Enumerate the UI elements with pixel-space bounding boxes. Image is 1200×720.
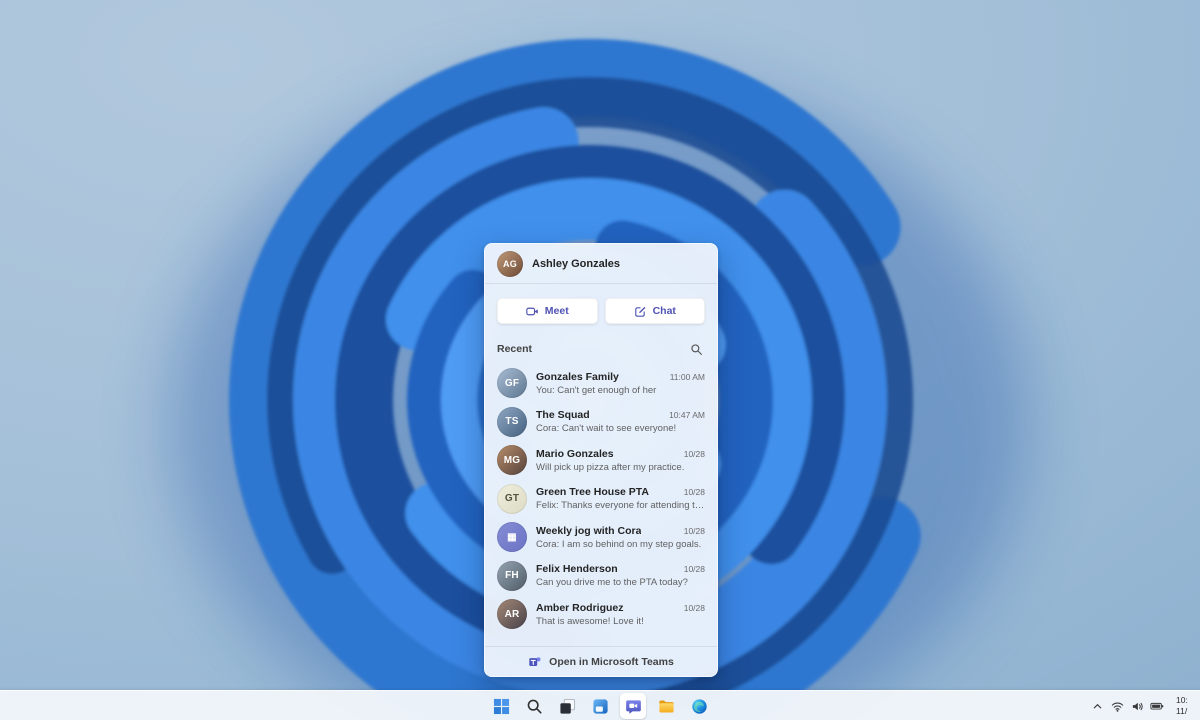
chat-button[interactable]: Chat	[604, 298, 705, 324]
chat-preview: Can you drive me to the PTA today?	[536, 577, 688, 589]
chat-timestamp: 10/28	[683, 602, 705, 613]
clock-time: 10:	[1176, 695, 1188, 705]
chat-avatar: ▦	[497, 522, 527, 553]
user-name: Ashley Gonzales	[532, 257, 621, 270]
user-avatar[interactable]: AG	[497, 250, 523, 277]
edge-icon	[691, 698, 707, 714]
chat-avatar: TS	[497, 406, 527, 437]
teams-chat-icon	[625, 699, 641, 714]
chat-taskbar-button[interactable]	[620, 693, 646, 719]
task-view-icon	[559, 698, 575, 714]
chat-name: Felix Henderson	[536, 563, 618, 576]
open-in-teams-label: Open in Microsoft Teams	[549, 655, 674, 668]
task-view-button[interactable]	[554, 693, 580, 719]
chat-preview: Felix: Thanks everyone for attending tod…	[536, 500, 705, 512]
meet-button[interactable]: Meet	[497, 298, 598, 324]
chat-avatar: MG	[497, 445, 527, 476]
chat-avatar: GT	[497, 483, 527, 514]
chat-list-item[interactable]: GT Green Tree House PTA 10/28 Felix: Tha…	[485, 480, 717, 519]
chat-name: Amber Rodriguez	[536, 601, 624, 614]
chat-list-item[interactable]: AR Amber Rodriguez 10/28 That is awesome…	[485, 595, 717, 634]
clock-date: 11/	[1176, 706, 1188, 716]
chat-list-item[interactable]: MG Mario Gonzales 10/28 Will pick up piz…	[485, 441, 717, 480]
chat-preview: You: Can't get enough of her	[536, 384, 657, 396]
meet-button-label: Meet	[544, 305, 569, 317]
teams-logo-icon	[529, 656, 541, 666]
chat-avatar: GF	[497, 368, 527, 399]
teams-chat-flyout: AG Ashley Gonzales Meet Chat Recent GF G…	[484, 243, 718, 677]
taskbar: 10: 11/	[0, 690, 1200, 720]
chat-timestamp: 10/28	[683, 525, 705, 536]
search-taskbar-icon	[527, 699, 542, 714]
chat-name: The Squad	[536, 409, 590, 422]
chat-list-item[interactable]: FH Felix Henderson 10/28 Can you drive m…	[485, 557, 717, 596]
search-button[interactable]	[521, 693, 547, 719]
chat-texts: Mario Gonzales 10/28 Will pick up pizza …	[536, 448, 705, 473]
open-in-teams-button[interactable]: Open in Microsoft Teams	[485, 646, 717, 676]
system-tray	[1088, 691, 1166, 720]
compose-icon	[634, 306, 645, 317]
file-explorer-button[interactable]	[653, 693, 679, 719]
search-icon[interactable]	[687, 340, 705, 358]
chat-button-label: Chat	[652, 305, 676, 317]
chat-texts: Gonzales Family 11:00 AM You: Can't get …	[536, 371, 705, 396]
chat-texts: Felix Henderson 10/28 Can you drive me t…	[536, 563, 705, 588]
recent-label: Recent	[497, 343, 533, 355]
chat-timestamp: 11:00 AM	[669, 371, 705, 382]
file-explorer-icon	[658, 699, 674, 713]
chat-name: Weekly jog with Cora	[536, 524, 642, 537]
user-avatar-initials: AG	[503, 258, 517, 269]
chat-timestamp: 10/28	[683, 487, 705, 498]
chat-name: Gonzales Family	[536, 370, 619, 383]
chat-list-item[interactable]: TS The Squad 10:47 AM Cora: Can't wait t…	[485, 403, 717, 442]
flyout-actions: Meet Chat	[485, 284, 717, 324]
chat-list-item[interactable]: ▦ Weekly jog with Cora 10/28 Cora: I am …	[485, 518, 717, 557]
flyout-header: AG Ashley Gonzales	[485, 244, 717, 284]
chat-texts: Green Tree House PTA 10/28 Felix: Thanks…	[536, 486, 705, 511]
chat-preview: Will pick up pizza after my practice.	[536, 461, 685, 473]
chevron-up-icon	[1093, 703, 1101, 708]
chat-texts: Weekly jog with Cora 10/28 Cora: I am so…	[536, 525, 705, 550]
edge-button[interactable]	[686, 693, 712, 719]
chat-timestamp: 10/28	[683, 448, 705, 459]
chat-timestamp: 10/28	[683, 564, 705, 575]
chat-name: Green Tree House PTA	[536, 486, 650, 499]
chat-list-item[interactable]: GF Gonzales Family 11:00 AM You: Can't g…	[485, 364, 717, 403]
taskbar-clock[interactable]: 10: 11/	[1176, 691, 1200, 720]
hidden-icons-chevron[interactable]	[1088, 695, 1106, 717]
volume-icon[interactable]	[1128, 695, 1146, 717]
network-icon[interactable]	[1108, 695, 1126, 717]
taskbar-center-icons	[488, 691, 712, 720]
desktop: AG Ashley Gonzales Meet Chat Recent GF G…	[0, 0, 1200, 720]
start-button[interactable]	[488, 693, 514, 719]
chat-avatar: AR	[497, 599, 527, 630]
video-camera-icon	[526, 307, 538, 315]
chat-preview: Cora: Can't wait to see everyone!	[536, 423, 677, 435]
windows-logo-icon	[493, 698, 509, 714]
chat-timestamp: 10:47 AM	[669, 410, 705, 421]
recent-row: Recent	[485, 324, 717, 364]
chat-avatar: FH	[497, 560, 527, 591]
battery-icon[interactable]	[1148, 695, 1166, 717]
chat-list: GF Gonzales Family 11:00 AM You: Can't g…	[485, 364, 717, 646]
chat-preview: That is awesome! Love it!	[536, 615, 644, 627]
widgets-button[interactable]	[587, 693, 613, 719]
chat-texts: Amber Rodriguez 10/28 That is awesome! L…	[536, 602, 705, 627]
chat-texts: The Squad 10:47 AM Cora: Can't wait to s…	[536, 409, 705, 434]
chat-name: Mario Gonzales	[536, 447, 614, 460]
chat-preview: Cora: I am so behind on my step goals.	[536, 538, 702, 550]
widgets-icon	[592, 698, 608, 714]
